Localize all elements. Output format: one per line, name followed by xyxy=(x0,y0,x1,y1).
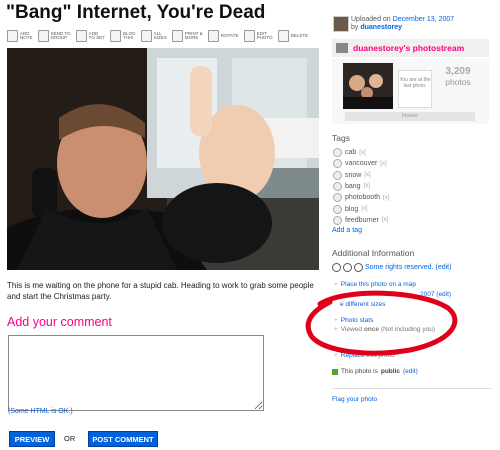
toolbar-label: BLOG THIS xyxy=(123,30,136,40)
tag-item: photobooth [x] xyxy=(333,193,389,203)
delete-icon xyxy=(277,30,289,42)
comment-textarea[interactable] xyxy=(8,335,264,411)
toolbar-button-group[interactable]: SEND TO GROUP xyxy=(37,28,71,44)
tag-link[interactable]: blog xyxy=(345,206,358,213)
tag-remove-button[interactable]: [x] xyxy=(364,172,370,178)
tag-remove-button[interactable]: [x] xyxy=(364,183,370,189)
sizes-icon xyxy=(140,30,152,42)
photostream-title[interactable]: duanestorey's photostream xyxy=(353,43,464,53)
toolbar-label: EDIT PHOTO xyxy=(256,30,273,40)
tag-icon[interactable] xyxy=(333,215,342,225)
public-word: public xyxy=(380,368,400,375)
tag-icon[interactable] xyxy=(333,193,342,203)
toolbar-button-blog[interactable]: BLOG THIS xyxy=(110,28,136,44)
toolbar-label: ADD TO SET xyxy=(88,30,106,40)
html-ok-note[interactable]: (Some HTML is OK.) xyxy=(8,408,73,415)
cc-icon xyxy=(332,263,341,272)
tag-icon[interactable] xyxy=(333,204,342,214)
by-prefix: by xyxy=(351,24,359,31)
toolbar-button-sizes[interactable]: ALL SIZES xyxy=(140,28,167,44)
tag-link[interactable]: vancouver xyxy=(345,160,377,167)
toolbar-label: DELETE xyxy=(290,32,309,38)
tag-remove-button[interactable]: [x] xyxy=(359,150,365,156)
toolbar-button-note[interactable]: ADD NOTE xyxy=(7,28,33,44)
tag-link[interactable]: bang xyxy=(345,183,361,190)
tag-remove-button[interactable]: [x] xyxy=(361,206,367,212)
main-photo xyxy=(7,48,319,270)
flag-photo-link[interactable]: Flag your photo xyxy=(332,396,377,403)
tag-icon[interactable] xyxy=(333,181,342,191)
red-annotation-circle xyxy=(305,290,458,356)
tags-heading: Tags xyxy=(332,133,350,143)
group-icon xyxy=(37,30,49,42)
rights-edit-link[interactable]: (edit) xyxy=(435,264,451,271)
photo-caption: This is me waiting on the phone for a st… xyxy=(7,281,314,301)
uploaded-date-link[interactable]: December 13, 2007 xyxy=(393,16,454,23)
toolbar-label: ROTATE xyxy=(220,32,239,38)
tag-icon[interactable] xyxy=(333,170,342,180)
privacy-edit-link[interactable]: (edit) xyxy=(403,368,418,375)
browse-bar[interactable]: browse xyxy=(345,112,475,121)
privacy-row: This photo is public (edit) xyxy=(332,368,418,375)
uploaded-by-line: by duanestorey xyxy=(351,24,402,31)
cc-by-icon xyxy=(343,263,352,272)
rights-link[interactable]: Some rights reserved. xyxy=(365,264,433,271)
toolbar-button-rotate[interactable]: ROTATE xyxy=(207,28,239,44)
toolbar-button-delete[interactable]: DELETE xyxy=(277,28,309,44)
add-comment-heading: Add your comment xyxy=(7,315,112,329)
tag-remove-button[interactable]: [x] xyxy=(383,195,389,201)
toolbar-label: PRINT & MORE xyxy=(184,30,203,40)
photo-toolbar: ADD NOTE SEND TO GROUP ADD TO SET BLOG THIS… xyxy=(7,28,311,44)
post-comment-button[interactable]: POST COMMENT xyxy=(88,431,158,447)
edit-icon xyxy=(243,30,255,42)
tag-item: blog [x] xyxy=(333,204,368,214)
note-icon xyxy=(7,30,18,42)
tag-icon[interactable] xyxy=(333,148,342,157)
photostream-icon xyxy=(336,43,348,53)
page-title: "Bang" Internet, You're Dead xyxy=(6,2,266,23)
toolbar-label: ALL SIZES xyxy=(153,30,167,40)
photo-count-number: 3,209 xyxy=(445,66,471,77)
tag-remove-button[interactable]: [x] xyxy=(380,161,386,167)
previous-photo-thumbnail[interactable] xyxy=(343,63,393,109)
print-icon xyxy=(171,30,183,42)
tag-remove-button[interactable]: [x] xyxy=(382,217,388,223)
rotate-icon xyxy=(207,30,219,42)
uploader-link[interactable]: duanestorey xyxy=(360,24,402,31)
public-prefix: This photo is xyxy=(341,368,378,375)
toolbar-label: SEND TO GROUP xyxy=(50,30,71,40)
tag-link[interactable]: snow xyxy=(345,172,361,179)
or-label: OR xyxy=(64,434,76,443)
cc-nc-icon xyxy=(354,263,363,272)
set-icon xyxy=(75,30,87,42)
tag-link[interactable]: photobooth xyxy=(345,194,380,201)
preview-button[interactable]: PREVIEW xyxy=(9,431,55,447)
photo-count[interactable]: 3,209 photos xyxy=(440,66,476,96)
add-tag-link[interactable]: Add a tag xyxy=(332,227,362,234)
uploader-avatar[interactable] xyxy=(333,16,349,32)
tag-item: vancouver [x] xyxy=(333,159,387,169)
toolbar-label: ADD NOTE xyxy=(20,30,33,40)
tag-icon[interactable] xyxy=(333,159,342,169)
tag-link[interactable]: feedburner xyxy=(345,217,379,224)
tag-link[interactable]: cab xyxy=(345,149,356,156)
photo-count-label: photos xyxy=(445,77,471,87)
uploaded-prefix: Uploaded on xyxy=(351,16,391,23)
toolbar-button-set[interactable]: ADD TO SET xyxy=(75,28,106,44)
toolbar-button-edit[interactable]: EDIT PHOTO xyxy=(243,28,273,44)
privacy-icon xyxy=(332,368,338,375)
tag-item: bang [x] xyxy=(333,181,370,191)
additional-info-heading: Additional Information xyxy=(332,248,415,258)
tag-item: snow [x] xyxy=(333,170,371,180)
divider xyxy=(332,388,492,389)
tag-item: cab [x] xyxy=(333,148,366,157)
last-photo-note: You are at the last photo. xyxy=(398,70,432,108)
photostream-header[interactable]: duanestorey's photostream xyxy=(332,39,489,57)
license-row: Some rights reserved. (edit) xyxy=(332,263,451,272)
blog-icon xyxy=(110,30,122,42)
toolbar-button-print[interactable]: PRINT & MORE xyxy=(171,28,203,44)
tag-item: feedburner [x] xyxy=(333,215,388,225)
